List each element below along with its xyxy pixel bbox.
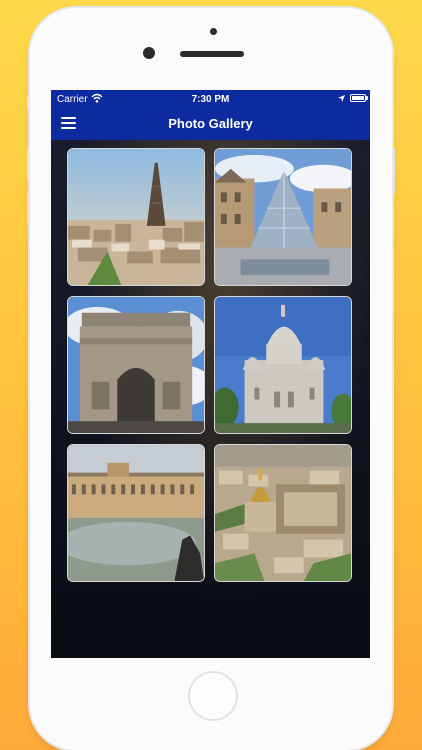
- battery-icon: [350, 94, 366, 102]
- status-bar: Carrier 7:30 PM: [51, 90, 370, 108]
- earpiece-speaker: [180, 51, 244, 57]
- nav-bar: Photo Gallery: [51, 108, 370, 140]
- photo-les-invalides[interactable]: [214, 444, 352, 582]
- photo-arc-de-triomphe[interactable]: [67, 296, 205, 434]
- photo-louvre-pyramid[interactable]: [214, 148, 352, 286]
- app-screen: Carrier 7:30 PM Photo Gallery: [51, 90, 370, 658]
- photo-sacre-coeur[interactable]: [214, 296, 352, 434]
- location-icon: [337, 94, 346, 103]
- status-time: 7:30 PM: [191, 94, 230, 105]
- battery-tip: [366, 96, 368, 100]
- page-title: Photo Gallery: [168, 116, 253, 131]
- front-camera: [143, 47, 155, 59]
- home-button[interactable]: [188, 671, 238, 721]
- photo-palace-of-versailles[interactable]: [67, 444, 205, 582]
- photo-eiffel-tower[interactable]: [67, 148, 205, 286]
- proximity-sensor: [210, 28, 217, 35]
